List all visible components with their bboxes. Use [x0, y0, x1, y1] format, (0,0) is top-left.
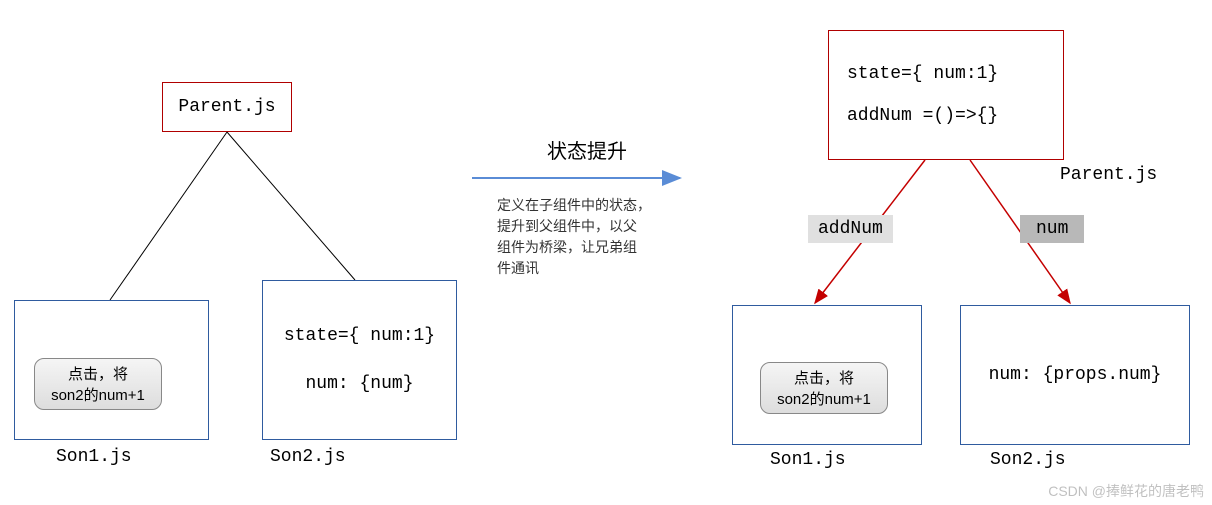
left-son1-button[interactable]: 点击，将 son2的num+1 [34, 358, 162, 410]
left-parent-box: Parent.js [162, 82, 292, 132]
watermark: CSDN @捧鲜花的唐老鸭 [1048, 481, 1204, 501]
left-son2-line2: num: {num} [305, 374, 413, 394]
right-son1-label: Son1.js [770, 450, 846, 470]
right-parent-line2: addNum =()=>{} [847, 106, 998, 126]
right-tag-addnum: addNum [808, 215, 893, 243]
right-son1-btn-line1: 点击，将 [794, 367, 854, 388]
left-son1-label: Son1.js [56, 447, 132, 467]
left-son1-btn-line1: 点击，将 [68, 363, 128, 384]
right-parent-line1: state={ num:1} [847, 64, 998, 84]
center-arrow [470, 168, 690, 188]
desc-l1: 定义在子组件中的状态， [497, 195, 651, 216]
right-tag-num: num [1020, 215, 1084, 243]
left-son2-line1: state={ num:1} [284, 326, 435, 346]
left-parent-label: Parent.js [178, 97, 275, 117]
center-description: 定义在子组件中的状态， 提升到父组件中，以父 组件为桥梁，让兄弟组 件通讯 [497, 195, 651, 279]
right-son1-btn-line2: son2的num+1 [777, 388, 871, 409]
right-son1-button[interactable]: 点击，将 son2的num+1 [760, 362, 888, 414]
right-son2-line1: num: {props.num} [989, 365, 1162, 385]
right-son2-box: num: {props.num} [960, 305, 1190, 445]
desc-l4: 件通讯 [497, 258, 651, 279]
left-tree-lines [0, 0, 500, 320]
desc-l3: 组件为桥梁，让兄弟组 [497, 237, 651, 258]
left-son2-label: Son2.js [270, 447, 346, 467]
center-title: 状态提升 [547, 135, 627, 164]
right-son2-label: Son2.js [990, 450, 1066, 470]
left-son2-box: state={ num:1} num: {num} [262, 280, 457, 440]
desc-l2: 提升到父组件中，以父 [497, 216, 651, 237]
right-parent-box: state={ num:1} addNum =()=>{} [828, 30, 1064, 160]
left-son1-btn-line2: son2的num+1 [51, 384, 145, 405]
right-parent-label: Parent.js [1060, 165, 1157, 185]
